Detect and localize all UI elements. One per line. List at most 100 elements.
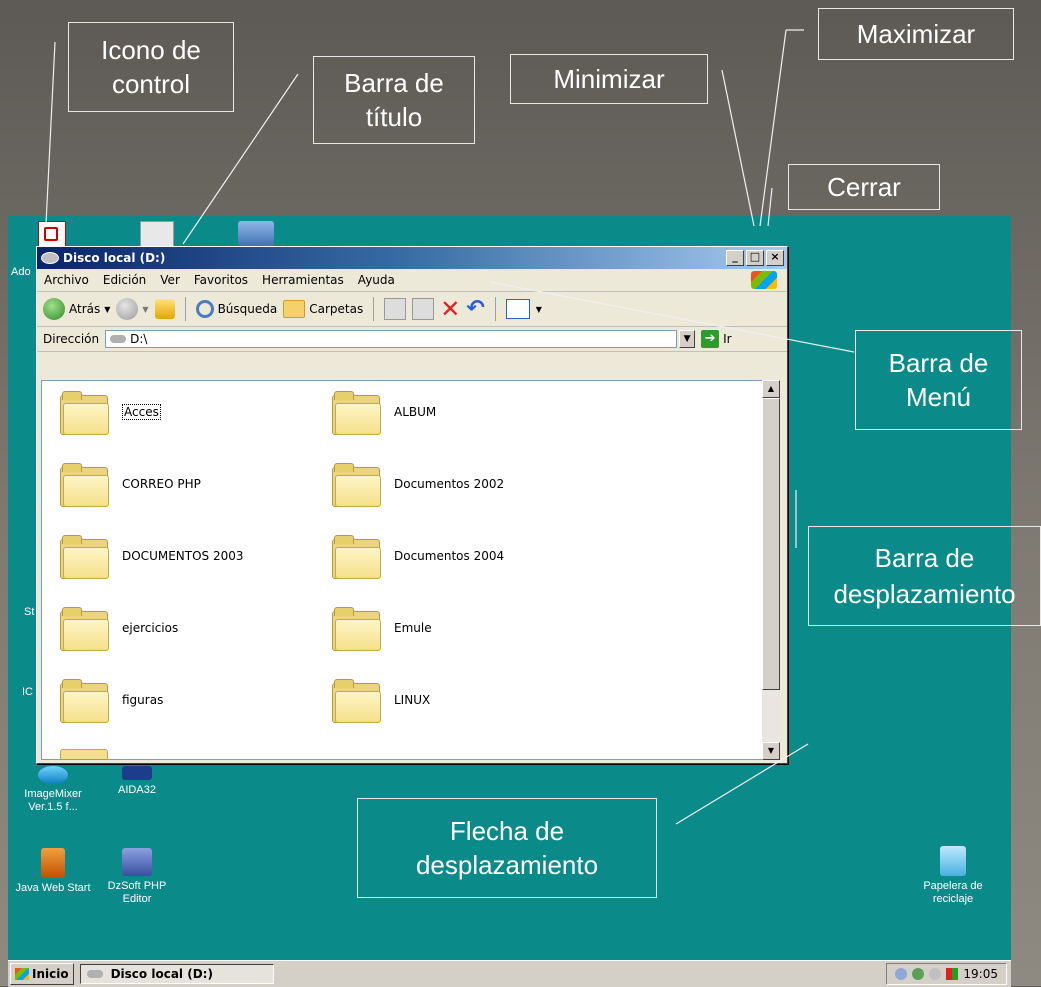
folder-name: ejercicios xyxy=(122,621,179,635)
move-to-icon[interactable] xyxy=(384,298,407,320)
folder-name: Acces xyxy=(122,404,161,420)
folder-icon xyxy=(60,391,109,435)
folder-item[interactable]: CORREO PHP xyxy=(60,463,201,507)
folder-item[interactable]: Documentos 2004 xyxy=(332,535,505,579)
back-dropdown-icon[interactable]: ▼ xyxy=(104,305,110,314)
callout-icono-control: Icono de control xyxy=(68,22,234,112)
vertical-scrollbar[interactable]: ▲ ▼ xyxy=(762,380,780,760)
drive-icon[interactable] xyxy=(41,252,59,264)
title-bar[interactable]: Disco local (D:) _ □ × xyxy=(37,247,787,269)
toolbar-separator xyxy=(184,297,186,321)
close-button[interactable]: × xyxy=(766,250,784,266)
folder-name: DOCUMENTOS 2003 xyxy=(122,549,244,563)
folder-item[interactable]: DOCUMENTOS 2003 xyxy=(60,535,244,579)
callout-minimizar: Minimizar xyxy=(510,54,708,104)
folder-item[interactable]: Documentos 2002 xyxy=(332,463,504,507)
desktop-icon-imagemixer[interactable]: ImageMixer Ver.1.5 f... xyxy=(8,766,98,814)
connection-icon[interactable] xyxy=(912,968,925,980)
callout-cerrar: Cerrar xyxy=(788,164,940,210)
window-title: Disco local (D:) xyxy=(63,251,166,265)
forward-button[interactable]: ▼ xyxy=(116,298,149,320)
document-icon[interactable] xyxy=(140,221,174,249)
go-button[interactable]: ➔ Ir xyxy=(701,330,732,348)
folder-item[interactable]: Emule xyxy=(332,607,432,651)
desktop-icon-javaws[interactable]: Java Web Start xyxy=(8,848,98,895)
folder-icon xyxy=(60,679,109,723)
folder-item[interactable]: ejercicios xyxy=(60,607,179,651)
clock: 19:05 xyxy=(963,967,998,981)
menu-ayuda[interactable]: Ayuda xyxy=(351,273,402,287)
callout-barra-titulo: Barra de título xyxy=(313,56,475,144)
desktop-icon-label: AIDA32 xyxy=(118,784,156,796)
scroll-thumb[interactable] xyxy=(762,398,780,690)
go-arrow-icon: ➔ xyxy=(701,330,720,348)
start-button[interactable]: Inicio xyxy=(10,963,74,985)
folder-item[interactable]: figuras xyxy=(60,679,163,723)
folders-label: Carpetas xyxy=(309,302,364,316)
delete-icon[interactable]: ✕ xyxy=(440,297,460,321)
folder-icon xyxy=(60,607,109,651)
views-icon[interactable] xyxy=(505,299,530,319)
start-label: Inicio xyxy=(32,967,69,981)
folder-icon xyxy=(332,463,381,507)
menu-archivo[interactable]: Archivo xyxy=(37,273,96,287)
scroll-down-arrow-icon[interactable]: ▼ xyxy=(762,742,780,760)
network-icon[interactable] xyxy=(895,968,908,980)
folder-item[interactable]: Acces xyxy=(60,391,161,435)
forward-dropdown-icon[interactable]: ▼ xyxy=(142,305,148,314)
folder-icon xyxy=(332,607,381,651)
aida-icon xyxy=(122,766,152,780)
desktop-icon-aida[interactable]: AIDA32 xyxy=(92,766,182,797)
folder-name: Emule xyxy=(394,621,432,635)
address-dropdown-button[interactable]: ▼ xyxy=(679,330,696,348)
scroll-up-arrow-icon[interactable]: ▲ xyxy=(762,380,780,398)
desktop-icon-recycle[interactable]: Papelera de reciclaje xyxy=(908,846,998,906)
maximize-button[interactable]: □ xyxy=(746,250,764,266)
explorer-window[interactable]: Disco local (D:) _ □ × Archivo Edición V… xyxy=(36,246,788,764)
antivirus-icon[interactable] xyxy=(929,968,942,980)
copy-to-icon[interactable] xyxy=(412,298,435,320)
folder-icon xyxy=(332,391,381,435)
back-label: Atrás xyxy=(69,302,101,316)
folder-icon-partial xyxy=(60,749,108,759)
folder-name: LINUX xyxy=(394,693,431,707)
folder-item[interactable]: LINUX xyxy=(332,679,431,723)
adobe-reader-icon[interactable] xyxy=(38,221,66,249)
desktop-icon-dzsoft[interactable]: DzSoft PHP Editor xyxy=(92,848,182,906)
search-button[interactable]: Búsqueda xyxy=(195,300,277,318)
folder-item[interactable]: ALBUM xyxy=(332,391,437,435)
desktop-label-st: St xyxy=(24,606,35,618)
undo-icon[interactable]: ↶ xyxy=(466,298,484,320)
forward-arrow-icon xyxy=(116,298,139,320)
desktop-label-ic: IC xyxy=(22,686,33,698)
recycle-bin-icon xyxy=(940,846,966,876)
menu-favoritos[interactable]: Favoritos xyxy=(187,273,255,287)
folders-button[interactable]: Carpetas xyxy=(283,300,363,318)
views-dropdown-icon[interactable]: ▼ xyxy=(536,305,542,314)
folder-icon xyxy=(332,535,381,579)
menu-herramientas[interactable]: Herramientas xyxy=(255,273,351,287)
monitor-icon[interactable] xyxy=(946,968,959,980)
callout-maximizar: Maximizar xyxy=(818,8,1014,60)
folders-icon xyxy=(283,300,306,318)
address-value: D:\ xyxy=(130,332,148,346)
folder-name: ALBUM xyxy=(394,405,437,419)
menu-ver[interactable]: Ver xyxy=(153,273,187,287)
file-list[interactable]: Acces ALBUM CORREO PHP Documentos 2002 D… xyxy=(41,380,765,760)
folder-icon xyxy=(332,679,381,723)
minimize-button[interactable]: _ xyxy=(726,250,744,266)
taskbar-item-disco-local[interactable]: Disco local (D:) xyxy=(79,964,274,984)
address-input[interactable]: D:\ xyxy=(105,330,678,348)
back-button[interactable]: Atrás ▼ xyxy=(43,298,110,320)
folder-name: Documentos 2004 xyxy=(394,549,505,563)
desktop-icon-label: Java Web Start xyxy=(15,882,91,894)
desktop-label-ado: Ado xyxy=(11,266,31,278)
menu-edicion[interactable]: Edición xyxy=(96,273,153,287)
callout-barra-menu: Barra de Menú xyxy=(855,330,1022,430)
folder-icon xyxy=(60,463,109,507)
taskbar-item-label: Disco local (D:) xyxy=(110,967,213,981)
up-folder-icon[interactable] xyxy=(154,299,175,319)
toolbar: Atrás ▼ ▼ Búsqueda Carpetas ✕ ↶ ▼ xyxy=(37,292,787,327)
computer-icon[interactable] xyxy=(238,221,274,247)
desktop-icon-label: Papelera de reciclaje xyxy=(923,880,983,905)
